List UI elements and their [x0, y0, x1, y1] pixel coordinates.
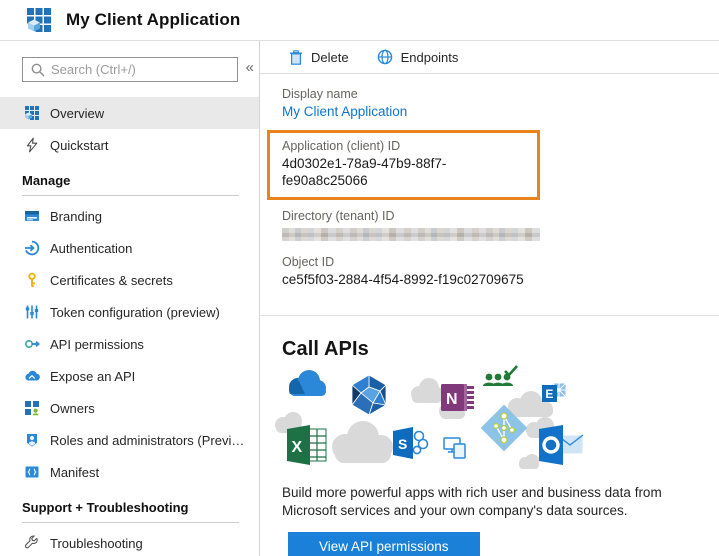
cloud-icon — [24, 368, 40, 384]
authentication-icon — [24, 240, 40, 256]
trash-icon — [290, 49, 302, 65]
key-icon — [24, 272, 40, 288]
roles-icon — [24, 432, 40, 448]
sidebar-item-label: Roles and administrators (Preview) — [50, 432, 250, 448]
svg-text:S: S — [398, 436, 407, 452]
sidebar-item-label: Overview — [50, 105, 105, 121]
search-input[interactable] — [22, 57, 238, 82]
sidebar-section-support: Support + Troubleshooting — [22, 500, 239, 523]
view-api-permissions-button[interactable]: View API permissions — [288, 532, 480, 556]
sidebar-item-label: Manifest — [50, 464, 100, 480]
svg-text:X: X — [292, 439, 303, 456]
svg-text:N: N — [446, 391, 458, 408]
search-field[interactable] — [51, 62, 237, 77]
sidebar-item-label: API permissions — [50, 336, 144, 352]
sidebar-section-manage: Manage — [22, 173, 239, 196]
branding-icon — [24, 208, 40, 224]
sidebar-item-quickstart[interactable]: Quickstart — [0, 129, 259, 161]
sharepoint-icon: S — [393, 427, 429, 459]
sidebar-item-label: Branding — [50, 208, 103, 224]
outlook-icon — [539, 425, 584, 465]
onenote-icon: N — [441, 384, 474, 411]
sidebar-item-label: Expose an API — [50, 368, 136, 384]
app-registration-icon — [25, 6, 53, 34]
object-id-field: Object ID ce5f5f03-2884-4f54-8992-f19c02… — [282, 254, 719, 288]
onedrive-icon — [289, 370, 326, 396]
sidebar: « Overview Quick — [0, 41, 260, 556]
sidebar-item-label: Troubleshooting — [50, 535, 143, 551]
sidebar-item-api-permissions[interactable]: API permissions — [0, 328, 259, 360]
sidebar-item-branding[interactable]: Branding — [0, 200, 259, 232]
sidebar-item-label: Owners — [50, 400, 95, 416]
microsoft-graph-icon — [351, 374, 388, 416]
sidebar-item-certificates-secrets[interactable]: Certificates & secrets — [0, 264, 259, 296]
exchange-icon: E — [542, 382, 567, 402]
main-content: Delete Endpoints Display name My Client … — [260, 41, 719, 556]
page-title: My Client Application — [66, 10, 241, 29]
app-window: My Client Application « — [0, 0, 719, 556]
overview-icon — [24, 105, 40, 121]
search-icon — [31, 63, 45, 76]
sidebar-collapse-button[interactable]: « — [246, 59, 254, 76]
svg-text:E: E — [545, 387, 553, 401]
manifest-icon — [24, 464, 40, 480]
sidebar-item-label: Quickstart — [50, 137, 109, 153]
call-apis-title: Call APIs — [282, 338, 369, 360]
sidebar-item-label: Authentication — [50, 240, 133, 256]
globe-icon — [377, 49, 392, 65]
endpoints-button[interactable]: Endpoints — [377, 49, 458, 65]
sidebar-item-label: Certificates & secrets — [50, 272, 173, 288]
call-apis-description: Build more powerful apps with rich user … — [282, 485, 662, 518]
display-name-field: Display name My Client Application — [282, 86, 719, 121]
sidebar-item-roles-administrators[interactable]: Roles and administrators (Preview) — [0, 424, 259, 456]
tenant-id-field: Directory (tenant) ID — [282, 208, 719, 241]
sidebar-nav: Overview Quickstart Manage Branding Auth… — [0, 97, 259, 556]
sidebar-item-owners[interactable]: Owners — [0, 392, 259, 424]
quickstart-icon — [24, 137, 40, 153]
owners-icon — [24, 400, 40, 416]
call-apis-section: Call APIs N E X S Build more powerful ap… — [260, 316, 719, 556]
client-id-highlight-box: Application (client) ID 4d0302e1-78a9-47… — [267, 130, 540, 200]
page-header: My Client Application — [0, 0, 719, 41]
sidebar-item-overview[interactable]: Overview — [0, 97, 259, 129]
tenant-id-redacted-value — [282, 228, 540, 241]
sidebar-item-manifest[interactable]: Manifest — [0, 456, 259, 488]
sidebar-item-troubleshooting[interactable]: Troubleshooting — [0, 527, 259, 556]
display-name-label: Display name — [282, 87, 358, 101]
wrench-icon — [24, 535, 40, 551]
devices-icon — [443, 437, 466, 459]
object-id-value: ce5f5f03-2884-4f54-8992-f19c02709675 — [282, 272, 524, 287]
object-id-label: Object ID — [282, 255, 335, 269]
sidebar-item-authentication[interactable]: Authentication — [0, 232, 259, 264]
excel-icon: X — [287, 425, 327, 465]
command-bar: Delete Endpoints — [260, 41, 719, 74]
essentials-fields: Display name My Client Application Appli… — [260, 74, 719, 297]
planner-people-icon — [483, 365, 518, 386]
api-services-collage: N E X S — [271, 363, 719, 475]
sliders-icon — [24, 304, 40, 320]
delete-button[interactable]: Delete — [289, 50, 349, 65]
sidebar-item-expose-an-api[interactable]: Expose an API — [0, 360, 259, 392]
client-id-label: Application (client) ID — [282, 139, 401, 153]
display-name-link[interactable]: My Client Application — [282, 103, 407, 120]
tenant-id-label: Directory (tenant) ID — [282, 209, 395, 223]
sidebar-item-label: Token configuration (preview) — [50, 304, 220, 320]
api-permissions-icon — [24, 336, 40, 352]
client-id-value: 4d0302e1-78a9-47b9-88f7-fe90a8c25066 — [282, 156, 447, 188]
sidebar-item-token-configuration[interactable]: Token configuration (preview) — [0, 296, 259, 328]
